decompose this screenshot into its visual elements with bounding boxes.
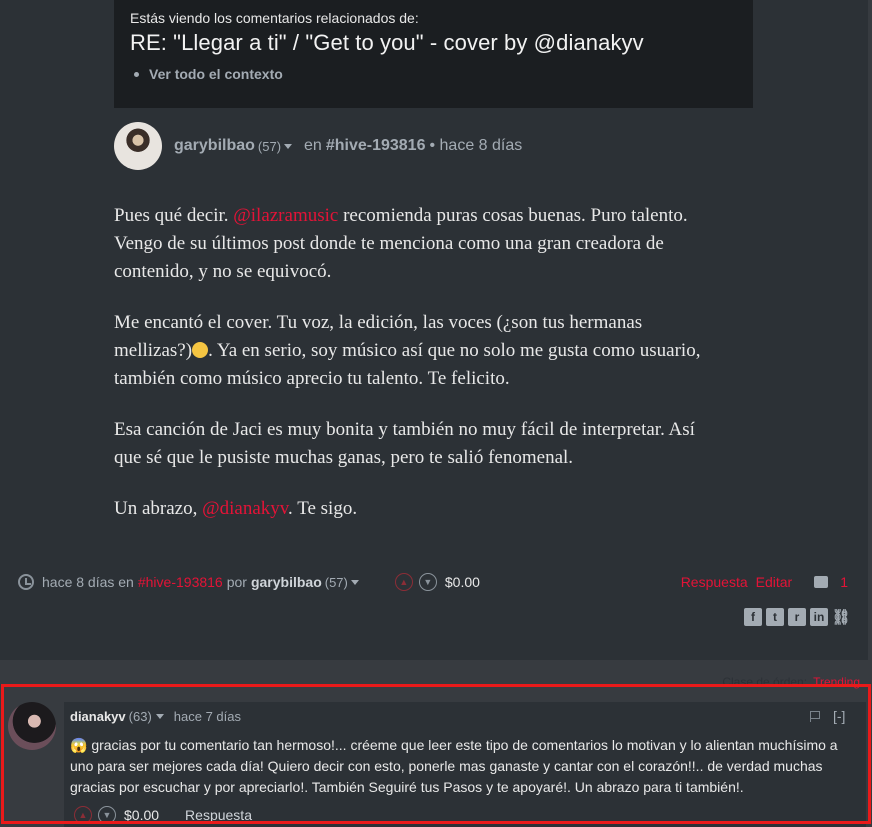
mention-link[interactable]: @dianakyv	[202, 498, 288, 519]
bullet-icon	[134, 71, 139, 77]
clock-icon	[18, 574, 34, 590]
mention-link[interactable]: @ilazramusic	[233, 205, 338, 226]
twitter-icon[interactable]: t	[766, 608, 784, 626]
facebook-icon[interactable]: f	[744, 608, 762, 626]
post-card: Estás viendo los comentarios relacionado…	[0, 0, 868, 660]
edit-button[interactable]: Editar	[756, 574, 793, 590]
context-list: Ver todo el contexto	[130, 66, 737, 82]
context-intro: Estás viendo los comentarios relacionado…	[130, 10, 419, 26]
tag-link[interactable]: #hive-193816	[326, 137, 426, 155]
payout-value[interactable]: $0.00	[445, 574, 480, 590]
downvote-icon[interactable]: ▼	[418, 573, 437, 591]
footer-author[interactable]: garybilbao	[251, 574, 322, 590]
share-row: f t r in ⛓	[744, 608, 851, 626]
chevron-down-icon[interactable]	[284, 143, 293, 149]
paragraph: Esa canción de Jaci es muy bonita y tamb…	[114, 419, 695, 468]
chevron-down-icon[interactable]	[350, 579, 359, 585]
by-label: por	[226, 574, 247, 590]
post-body: Pues qué decir. @ilazramusic recomienda …	[114, 202, 714, 546]
reputation: (57)	[257, 138, 282, 154]
post-footer: hace 8 días en #hive-193816 por garybilb…	[18, 573, 848, 591]
post-time: • hace 8 días	[429, 137, 523, 154]
footer-time: hace 8 días en	[42, 574, 134, 590]
avatar[interactable]	[114, 122, 162, 170]
author-name[interactable]: garybilbao	[174, 137, 255, 155]
link-icon[interactable]: ⛓	[831, 608, 850, 626]
comments-icon[interactable]	[814, 576, 829, 588]
footer-tag-link[interactable]: #hive-193816	[138, 574, 223, 590]
in-label: en	[304, 137, 322, 154]
context-title[interactable]: RE: "Llegar a ti" / "Get to you" - cover…	[130, 30, 737, 56]
reddit-icon[interactable]: r	[788, 608, 806, 626]
view-context-link[interactable]: Ver todo el contexto	[149, 66, 283, 82]
grinning-emoji-icon	[192, 342, 209, 358]
paragraph: Un abrazo, @dianakyv. Te sigo.	[114, 498, 358, 519]
linkedin-icon[interactable]: in	[810, 608, 828, 626]
paragraph: Pues qué decir. @ilazramusic recomienda …	[114, 205, 688, 282]
upvote-icon[interactable]: ▲	[394, 573, 413, 591]
reply-button[interactable]: Respuesta	[681, 574, 748, 590]
selection-highlight	[1, 684, 871, 824]
context-box: Estás viendo los comentarios relacionado…	[114, 0, 753, 108]
footer-reputation: (57)	[324, 574, 348, 590]
comments-count[interactable]: 1	[840, 574, 848, 590]
post-author-row: garybilbao (57) en #hive-193816 • hace 8…	[114, 122, 522, 170]
paragraph: Me encantó el cover. Tu voz, la edición,…	[114, 312, 701, 389]
